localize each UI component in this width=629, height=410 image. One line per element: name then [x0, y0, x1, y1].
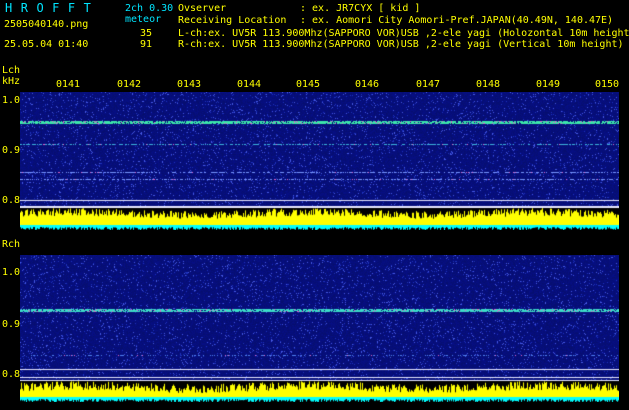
datetime: 25.05.04 01:40 [4, 39, 89, 50]
rch-tick-0.8: 0.8 [2, 369, 21, 380]
lch-receiver-info: L-ch:ex. UV5R 113.900Mhz(SAPPORO VOR)USB… [178, 28, 629, 39]
rch-spectrogram [20, 255, 619, 402]
rch-label: Rch [2, 239, 21, 250]
rch-tick-0.9: 0.9 [2, 319, 21, 330]
lch-label: Lch [2, 65, 21, 76]
rch-receiver-info: R-ch:ex. UV5R 113.900Mhz(SAPPORO VOR)USB… [178, 39, 624, 50]
time-label: 0145 [296, 79, 321, 90]
mode-label: 2ch 0.30 [125, 3, 174, 14]
time-label: 0150 [595, 79, 620, 90]
time-label: 0143 [177, 79, 202, 90]
lch-spectrogram-canvas [20, 92, 619, 230]
rch-spectrogram-canvas [20, 255, 619, 402]
time-label: 0141 [56, 79, 81, 90]
meteor-count-rch: 91 [140, 39, 153, 50]
time-label: 0149 [536, 79, 561, 90]
time-label: 0147 [416, 79, 441, 90]
meteor-label: meteor [125, 14, 162, 25]
time-label: 0142 [117, 79, 142, 90]
location-key: Receiving Location [178, 15, 287, 26]
observer-key: Ovserver [178, 3, 227, 14]
time-label: 0148 [476, 79, 501, 90]
observer-value: : ex. JR7CYX [ kid ] [300, 3, 421, 14]
lch-tick-0.9: 0.9 [2, 145, 21, 156]
time-label: 0146 [355, 79, 380, 90]
rch-tick-1.0: 1.0 [2, 267, 21, 278]
lch-tick-0.8: 0.8 [2, 195, 21, 206]
lch-unit: kHz [2, 76, 21, 87]
meteor-count-lch: 35 [140, 28, 153, 39]
lch-spectrogram [20, 92, 619, 230]
location-value: : ex. Aomori City Aomori-Pref.JAPAN(40.4… [300, 15, 614, 26]
time-label: 0144 [237, 79, 262, 90]
filename: 2505040140.png [4, 19, 89, 30]
lch-tick-1.0: 1.0 [2, 95, 21, 106]
app-brand: HROFFT [5, 1, 100, 15]
